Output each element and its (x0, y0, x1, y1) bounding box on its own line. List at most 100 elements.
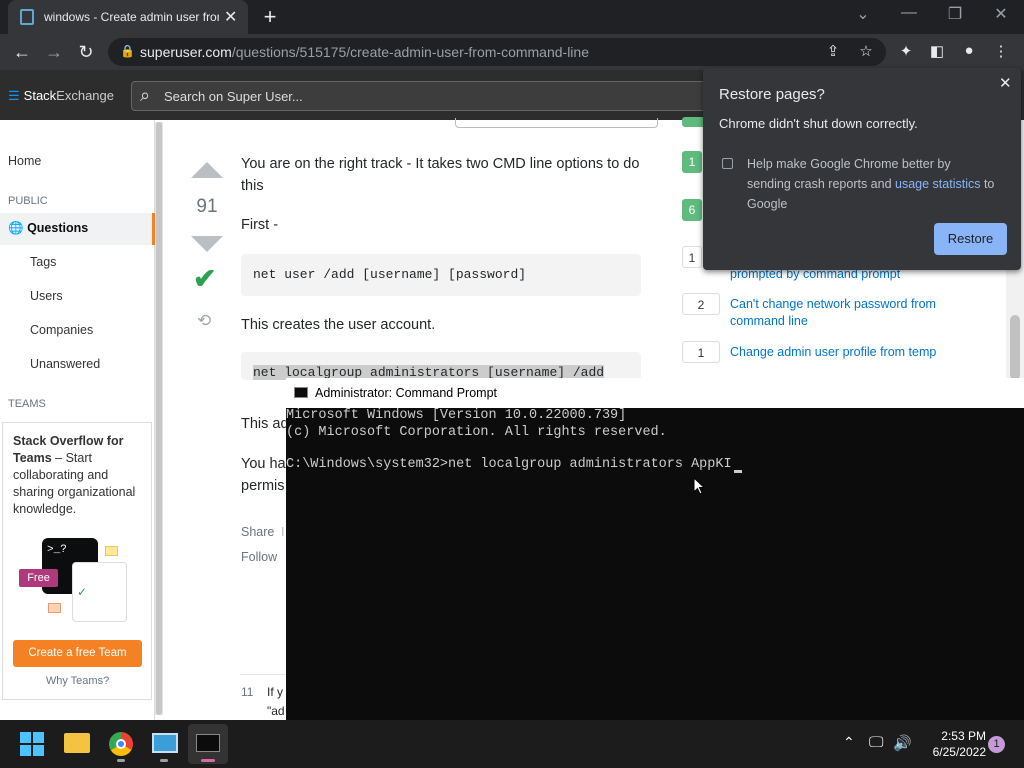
share-icon[interactable]: ⇪ (822, 42, 844, 64)
check-icon: ✓ (77, 585, 88, 599)
site-search-input[interactable]: ⌕ Search on Super User... (131, 81, 711, 111)
partial-input-box (455, 118, 658, 128)
nav-unanswered[interactable]: Unanswered (30, 357, 100, 371)
browser-tab[interactable]: windows - Create admin user from ✕ (8, 0, 248, 34)
control-panel-icon[interactable] (152, 733, 178, 753)
new-tab-plus-icon[interactable]: + (258, 4, 282, 29)
share-link[interactable]: Share (241, 525, 274, 539)
related-question-link[interactable]: Change admin user profile from temp (730, 344, 980, 361)
restore-window-icon[interactable]: ❐ (940, 4, 970, 24)
answer-count-badge[interactable]: 1 (682, 341, 720, 363)
url-text: superuser.com/questions/515175/create-ad… (140, 44, 589, 60)
address-bar[interactable]: 🔒 superuser.com/questions/515175/create-… (108, 38, 886, 66)
tab-close-icon[interactable]: ✕ (224, 7, 237, 27)
comment-divider (240, 674, 286, 675)
vote-count: 91 (196, 196, 218, 217)
chrome-menu-icon[interactable]: ⋮ (990, 42, 1012, 64)
comment-score: 11 (241, 685, 254, 699)
hamburger-icon: ☰ (8, 88, 20, 103)
crash-report-label: Help make Google Chrome better by sendin… (747, 157, 995, 211)
scrollbar-thumb[interactable] (1010, 315, 1020, 380)
extensions-puzzle-icon[interactable]: ✦ (895, 42, 917, 64)
nav-questions[interactable]: 🌐 Questions (8, 221, 88, 236)
cmd-title-bar[interactable]: Administrator: Command Prompt (286, 378, 1024, 408)
cmd-taskbar-icon (196, 734, 220, 752)
answer-count-badge[interactable]: 1 (682, 246, 702, 268)
restore-pages-popup: Restore pages? ✕ Chrome didn't shut down… (703, 68, 1021, 270)
crash-report-checkbox[interactable] (722, 158, 733, 169)
running-indicator (160, 759, 168, 762)
search-icon: ⌕ (140, 85, 151, 105)
stackexchange-logo[interactable]: ☰ StackExchange (8, 88, 114, 104)
clock-time: 2:53 PM (941, 729, 986, 743)
answer-count-badge[interactable]: 6 (682, 199, 702, 221)
globe-icon: 🌐 (8, 221, 24, 235)
left-scrollbar[interactable] (155, 122, 163, 715)
nav-section-public: PUBLIC (8, 195, 48, 207)
free-badge: Free (19, 569, 58, 587)
cmd-icon (294, 387, 308, 398)
profile-avatar-icon[interactable]: ● (958, 42, 980, 64)
back-arrow-icon[interactable]: ← (10, 40, 34, 64)
nav-tags[interactable]: Tags (30, 255, 56, 269)
file-explorer-icon[interactable] (64, 733, 90, 753)
answer-paragraph-5b: permis (241, 478, 285, 494)
popup-close-icon[interactable]: ✕ (999, 74, 1012, 92)
active-indicator (201, 759, 215, 762)
answer-paragraph-3: This creates the user account. (241, 317, 436, 333)
code-block-2: net localgroup administrators [username]… (241, 352, 641, 380)
create-free-team-button[interactable]: Create a free Team (13, 640, 142, 667)
follow-link[interactable]: Follow (241, 550, 277, 564)
answer-count-badge[interactable]: 2 (682, 293, 720, 315)
bookmark-star-icon[interactable]: ☆ (855, 42, 877, 64)
lock-icon: 🔒 (120, 44, 135, 58)
popup-subtitle: Chrome didn't shut down correctly. (719, 116, 918, 131)
answer-paragraph-2: First - (241, 217, 279, 233)
answer-paragraph-1: You are on the right track - It takes tw… (241, 156, 640, 194)
tab-search-chevron-icon[interactable]: ⌄ (848, 4, 878, 24)
chat-bubble-icon (105, 546, 118, 556)
side-panel-icon[interactable]: ◧ (926, 42, 948, 64)
answer-count-badge[interactable]: 1 (682, 151, 702, 173)
nav-home[interactable]: Home (8, 154, 41, 168)
why-teams-link[interactable]: Why Teams? (13, 675, 142, 687)
action-separator: I (281, 525, 285, 539)
nav-companies[interactable]: Companies (30, 323, 93, 337)
teams-promo-text: Stack Overflow for Teams – Start collabo… (13, 434, 136, 516)
answer-paragraph-5: You ha (241, 456, 286, 472)
cmd-output-line: (c) Microsoft Corporation. All rights re… (286, 425, 667, 440)
start-button-windows-icon[interactable] (20, 732, 44, 756)
taskbar-clock[interactable]: 2:53 PM 6/25/2022 (916, 728, 986, 760)
search-placeholder: Search on Super User... (164, 89, 303, 104)
chrome-taskbar-icon[interactable] (109, 732, 133, 756)
code-block-1: net user /add [username] [password] (241, 254, 641, 296)
accepted-check-icon: ✔ (193, 263, 217, 294)
popup-title: Restore pages? (719, 86, 825, 103)
volume-icon[interactable]: 🔊 (893, 734, 912, 752)
clock-date: 6/25/2022 (932, 745, 986, 759)
upvote-arrow-icon[interactable] (191, 162, 223, 178)
cmd-taskbar-button[interactable] (188, 724, 228, 764)
minimize-icon[interactable]: — (894, 4, 924, 22)
chat-bubble-icon (48, 603, 61, 613)
reload-icon[interactable]: ↻ (74, 40, 98, 64)
nav-section-teams: TEAMS (8, 398, 46, 410)
notification-badge[interactable]: 1 (988, 736, 1005, 753)
mouse-pointer-icon (693, 477, 705, 495)
comment-text: If y (267, 685, 284, 699)
superuser-favicon-icon (20, 9, 34, 25)
forward-arrow-icon[interactable]: → (42, 40, 66, 64)
downvote-arrow-icon[interactable] (191, 236, 223, 252)
related-question-link[interactable]: Can't change network password from comma… (730, 296, 980, 330)
network-icon[interactable]: 🖵 (869, 734, 883, 751)
cmd-input-line[interactable]: C:\Windows\system32>net localgroup admin… (286, 457, 732, 472)
history-icon[interactable]: ⟲ (197, 311, 211, 331)
usage-statistics-link[interactable]: usage statistics (895, 177, 980, 191)
tray-chevron-up-icon[interactable]: ⌃ (843, 734, 855, 751)
cmd-cursor (734, 470, 742, 473)
restore-button[interactable]: Restore (934, 223, 1007, 255)
teams-illustration-card: ✓ (72, 562, 127, 622)
close-window-icon[interactable]: ✕ (986, 4, 1016, 24)
scrollbar-thumb[interactable] (156, 122, 162, 715)
nav-users[interactable]: Users (30, 289, 63, 303)
